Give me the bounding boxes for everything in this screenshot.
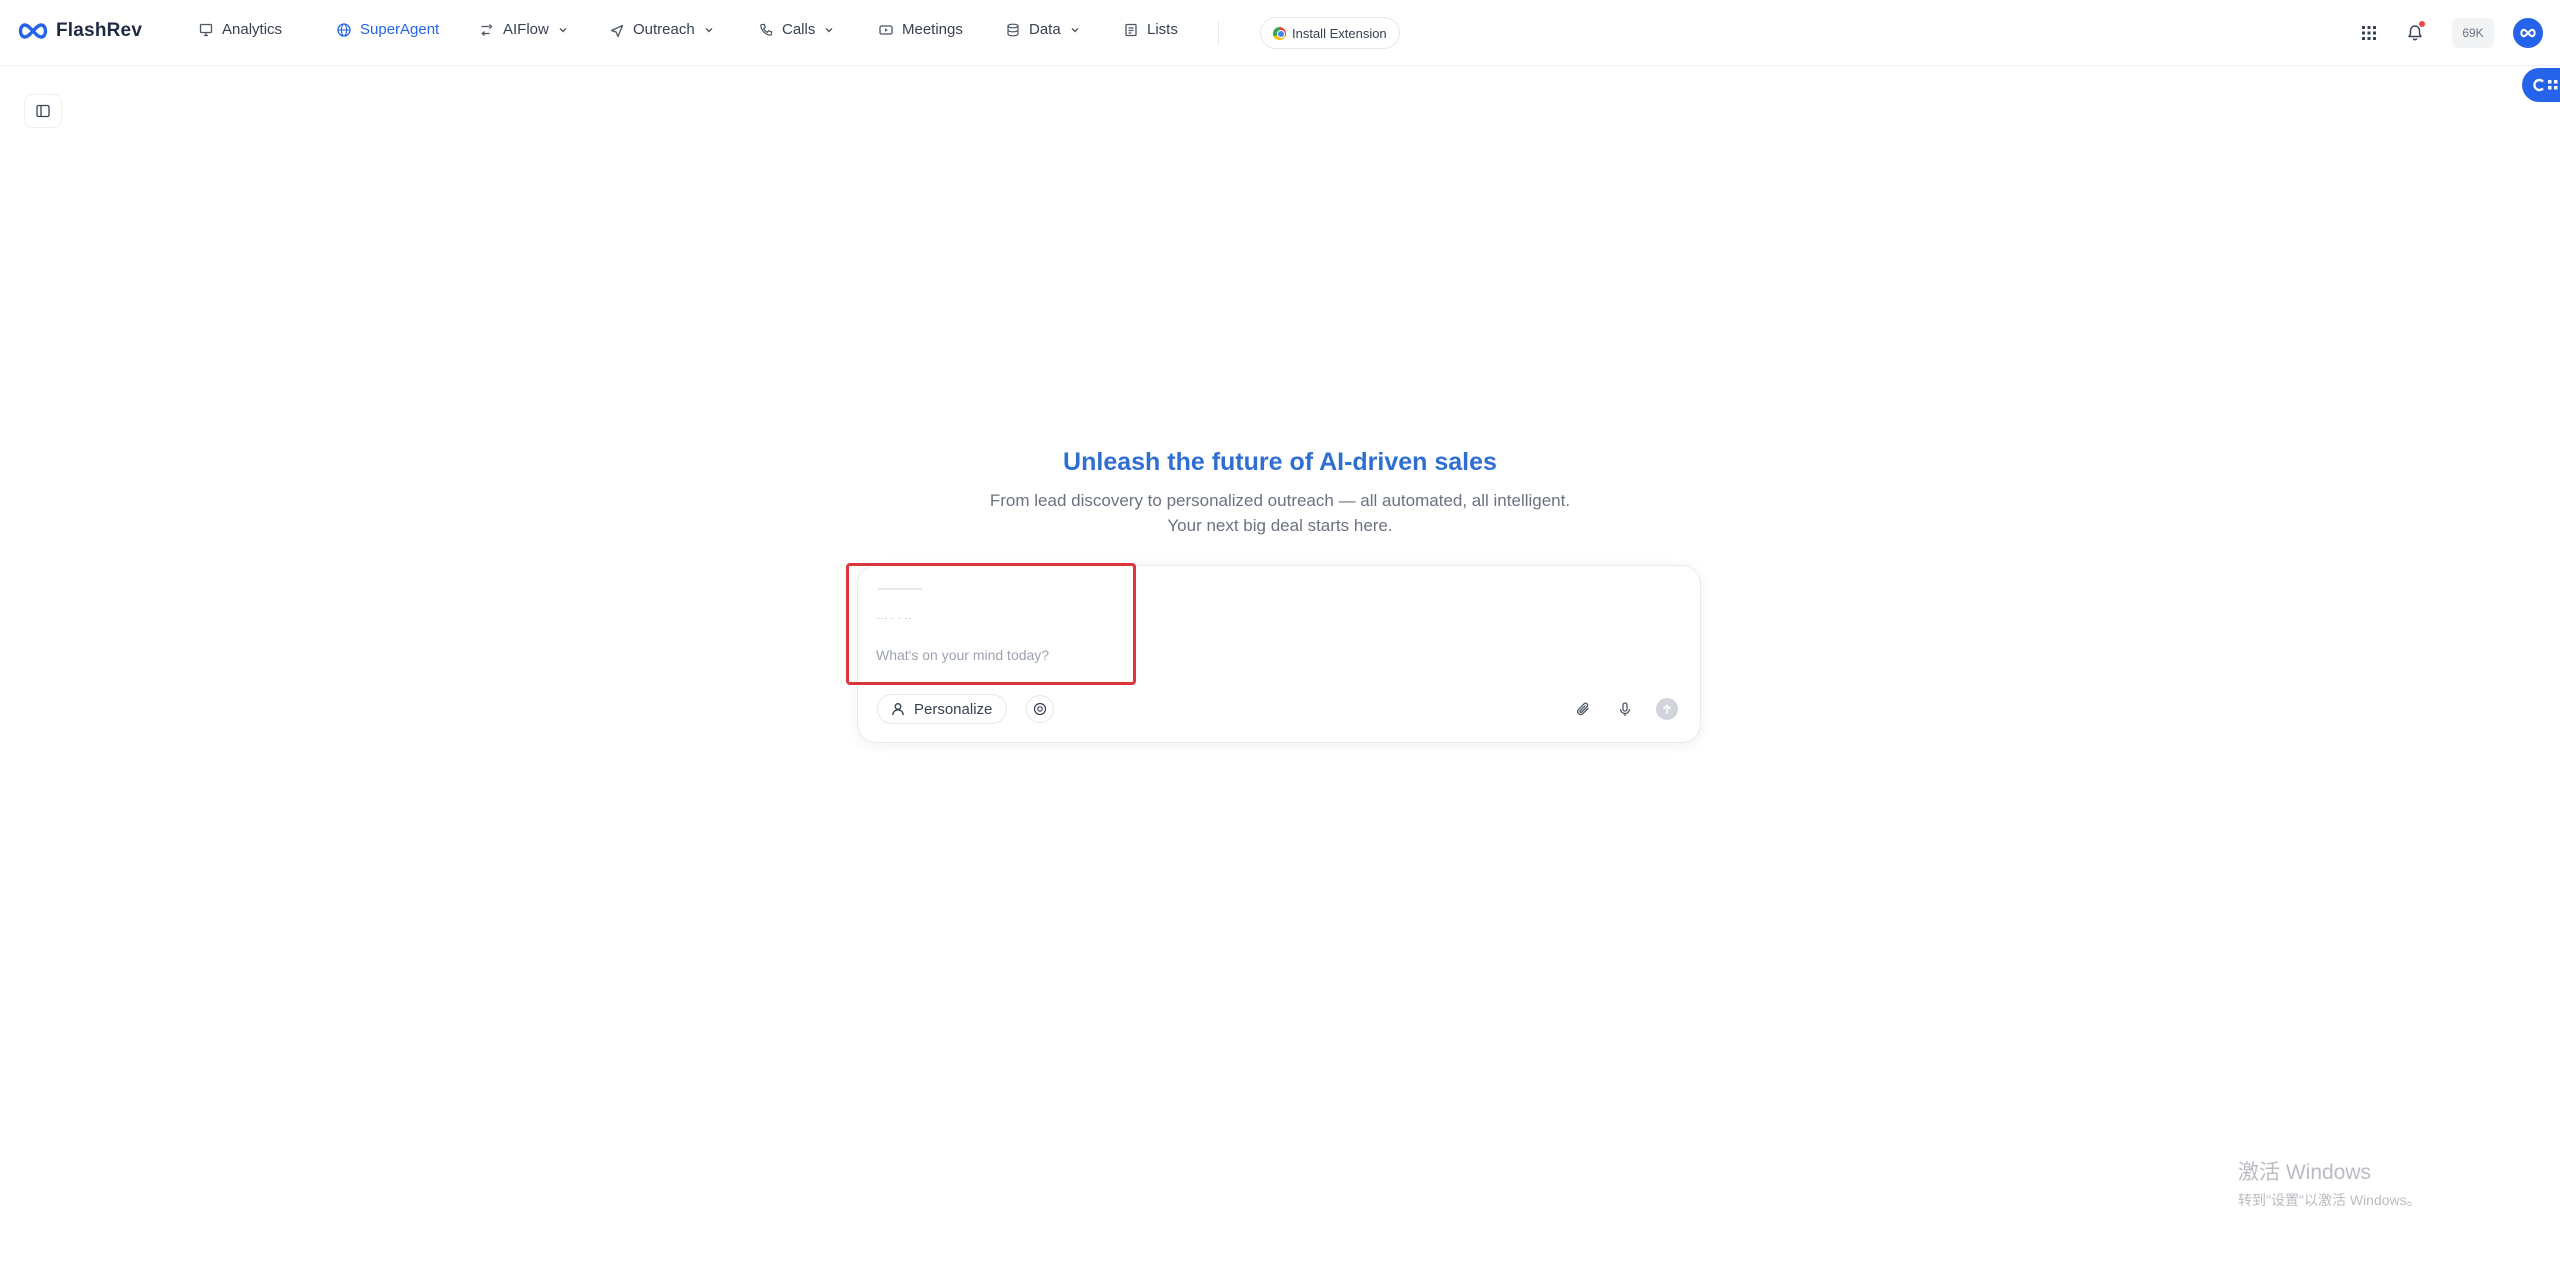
chevron-down-icon: [1071, 27, 1079, 32]
hero-subtitle-line2: Your next big deal starts here.: [1167, 516, 1393, 535]
user-icon: [892, 703, 904, 716]
chevron-down-icon: [705, 27, 713, 32]
personalize-label: Personalize: [914, 700, 993, 718]
nav-meetings-label: Meetings: [902, 21, 963, 38]
notification-badge: [2419, 21, 2425, 27]
grid-icon: [2548, 80, 2558, 90]
list-icon: [1125, 23, 1137, 36]
nav-outreach-label: Outreach: [633, 21, 695, 38]
grid-icon: [2362, 26, 2376, 40]
nav-outreach[interactable]: Outreach: [609, 21, 715, 38]
microphone-button[interactable]: [1614, 698, 1636, 720]
sidebar-icon: [36, 104, 50, 118]
target-button[interactable]: [1026, 695, 1054, 723]
credits-badge[interactable]: 69K: [2452, 18, 2494, 48]
user-avatar[interactable]: [2513, 18, 2543, 48]
sidebar-toggle-button[interactable]: [24, 94, 62, 128]
nav-data-label: Data: [1029, 21, 1061, 38]
nav-superagent-label: SuperAgent: [360, 21, 440, 38]
phone-icon: [760, 23, 773, 36]
brand-name: FlashRev: [56, 20, 143, 41]
nav-meetings[interactable]: Meetings: [878, 21, 963, 38]
nav-analytics[interactable]: Analytics: [198, 21, 282, 38]
nav-calls[interactable]: Calls: [758, 21, 835, 38]
watermark-line2: 转到"设置"以激活 Windows。: [2238, 1192, 2421, 1208]
ghost-divider: [878, 588, 922, 590]
hero-subtitle-line1: From lead discovery to personalized outr…: [989, 491, 1571, 510]
chevron-down-icon: [559, 27, 567, 32]
paperclip-icon: [1576, 702, 1589, 716]
database-icon: [1007, 23, 1019, 36]
send-icon: [610, 24, 624, 37]
credits-value: 69K: [2462, 26, 2484, 40]
nav-analytics-label: Analytics: [222, 21, 283, 38]
windows-activation-watermark: 激活 Windows 转到"设置"以激活 Windows。: [2238, 1156, 2421, 1210]
install-extension-label: Install Extension: [1292, 25, 1387, 41]
nav-lists[interactable]: Lists: [1123, 21, 1178, 38]
install-extension-button[interactable]: Install Extension: [1260, 17, 1400, 49]
globe-icon: [337, 22, 351, 37]
target-icon: [1033, 702, 1047, 716]
nav-divider: [1218, 22, 1219, 44]
attach-button[interactable]: [1572, 698, 1594, 720]
prompt-input[interactable]: [876, 644, 1476, 666]
ghost-text: ... . . ..: [877, 611, 913, 621]
personalize-button[interactable]: Personalize: [877, 694, 1008, 724]
send-button[interactable]: [1656, 698, 1678, 720]
hero-subtitle: From lead discovery to personalized outr…: [0, 488, 2560, 538]
watermark-line1: 激活 Windows: [2238, 1161, 2372, 1184]
nav-aiflow-label: AIFlow: [503, 21, 549, 38]
floating-assistant-tab[interactable]: [2522, 68, 2560, 102]
arrow-up-icon: [1663, 704, 1671, 714]
nav-data[interactable]: Data: [1005, 21, 1081, 38]
hero-title: Unleash the future of AI-driven sales: [1063, 448, 1497, 476]
apps-button[interactable]: [2358, 22, 2380, 44]
nav-lists-label: Lists: [1147, 21, 1178, 38]
flow-icon: [481, 23, 493, 36]
video-icon: [879, 24, 893, 35]
top-navbar: FlashRev Analytics SuperAgent AIFlow Out…: [0, 0, 2560, 66]
nav-calls-label: Calls: [782, 21, 816, 38]
nav-superagent[interactable]: SuperAgent: [336, 21, 439, 38]
brand-logo[interactable]: FlashRev: [16, 20, 142, 42]
microphone-icon: [1619, 702, 1631, 716]
chat-icon: [2533, 78, 2544, 92]
infinity-icon: [18, 23, 48, 39]
chevron-down-icon: [825, 27, 833, 32]
nav-aiflow[interactable]: AIFlow: [479, 21, 569, 38]
chrome-icon: [1273, 26, 1286, 40]
infinity-icon: [2520, 28, 2536, 38]
monitor-icon: [199, 23, 213, 36]
